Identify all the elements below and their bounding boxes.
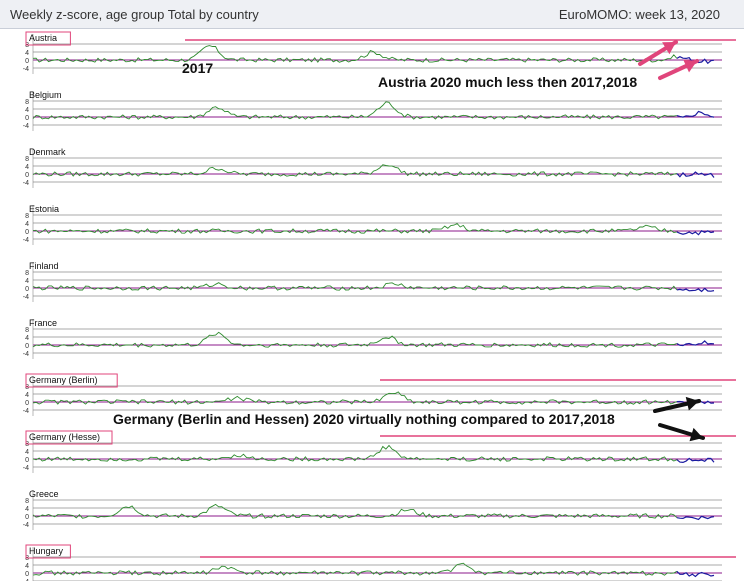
country-panel: 840-4 Belgium [23,90,722,131]
y-tick-label: 0 [25,343,29,350]
y-tick-label: -4 [23,180,29,187]
country-panel: 840-4 France [23,318,722,359]
y-tick-label: 4 [25,335,29,342]
y-tick-label: 0 [25,457,29,464]
y-tick-label: 4 [25,221,29,228]
series-line-2020 [676,570,715,578]
y-tick-label: 8 [25,270,29,277]
y-tick-label: 0 [25,172,29,179]
series-line [32,222,677,234]
y-tick-label: 0 [25,58,29,65]
country-label: Austria [29,33,57,43]
y-tick-label: 8 [25,327,29,334]
country-panel: 840-4 Denmark [23,147,722,188]
country-panel: 840-4 Greece [23,489,722,530]
y-tick-label: 4 [25,563,29,570]
y-tick-label: 0 [25,115,29,122]
y-tick-label: 8 [25,156,29,163]
country-panel: 840-4Hungary [23,544,722,581]
y-tick-label: 0 [25,229,29,236]
y-tick-label: 4 [25,506,29,513]
y-tick-label: -4 [23,465,29,472]
series-line-2020 [676,515,715,521]
y-tick-label: -4 [23,294,29,301]
y-tick-label: -4 [23,123,29,130]
y-tick-label: 4 [25,449,29,456]
annotation-austria: Austria 2020 much less then 2017,2018 [378,74,638,90]
y-tick-label: 4 [25,278,29,285]
y-tick-label: 4 [25,107,29,114]
country-panel: 840-4 Finland [23,261,722,302]
y-tick-label: -4 [23,522,29,529]
annotation-germany: Germany (Berlin and Hessen) 2020 virtual… [113,411,615,427]
country-label: Germany (Hesse) [29,432,100,442]
y-tick-label: 4 [25,164,29,171]
y-tick-label: 0 [25,514,29,521]
arrow-germany-1-head [685,396,699,411]
y-tick-label: -4 [23,237,29,244]
y-tick-label: 4 [25,392,29,399]
y-tick-label: -4 [23,351,29,358]
y-tick-label: 8 [25,498,29,505]
annotation-2017: 2017 [182,60,214,76]
y-tick-label: -4 [23,408,29,415]
y-tick-label: 8 [25,99,29,106]
y-tick-label: 0 [25,571,29,578]
y-tick-label: -4 [23,66,29,73]
y-tick-label: 4 [25,50,29,57]
country-panel: 840-4Germany (Hesse) [23,430,722,473]
country-label: Denmark [29,147,66,157]
country-label: Germany (Berlin) [29,375,98,385]
country-label: Greece [29,489,59,499]
country-label: Hungary [29,546,64,556]
country-panel: 840-4 Estonia [23,204,722,245]
series-line-2020 [676,287,715,293]
country-label: Finland [29,261,59,271]
country-label: France [29,318,57,328]
country-label: Estonia [29,204,59,214]
series-line-2020 [676,171,715,178]
y-tick-label: 0 [25,400,29,407]
country-label: Belgium [29,90,62,100]
series-line [32,282,678,291]
series-line-2020 [676,110,715,118]
y-tick-label: 0 [25,286,29,293]
country-panel: 840-4Austria [23,31,722,74]
y-tick-label: 8 [25,213,29,220]
